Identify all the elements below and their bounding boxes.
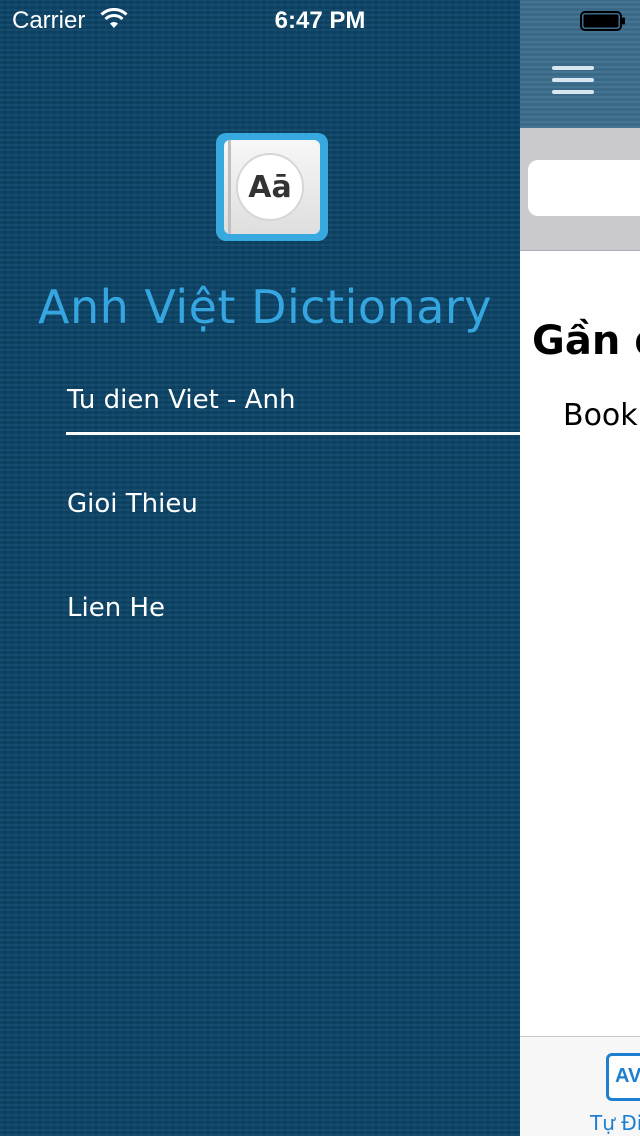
dictionary-tab-icon[interactable]: AV bbox=[606, 1053, 640, 1101]
menu-selected-indicator bbox=[66, 432, 520, 435]
hamburger-menu-icon[interactable] bbox=[552, 66, 594, 96]
app-title: Anh Việt Dictionary bbox=[38, 280, 493, 334]
tab-bar: AV Tự Đi bbox=[520, 1036, 640, 1136]
menu-item-lien-he[interactable]: Lien He bbox=[67, 593, 165, 623]
search-input[interactable] bbox=[528, 160, 640, 216]
recent-list-item[interactable]: Book bbox=[563, 398, 638, 433]
search-bar bbox=[520, 128, 640, 251]
main-panel: Gần đ Book AV Tự Đi bbox=[520, 0, 640, 1136]
menu-item-gioi-thieu[interactable]: Gioi Thieu bbox=[67, 489, 198, 519]
tab-dictionary-label[interactable]: Tự Đi bbox=[590, 1111, 640, 1135]
status-time: 6:47 PM bbox=[274, 7, 366, 34]
status-bar: Carrier 6:47 PM bbox=[0, 0, 640, 40]
menu-item-tu-dien[interactable]: Tu dien Viet - Anh bbox=[67, 385, 295, 415]
logo-letters: Aā bbox=[236, 153, 304, 221]
dictionary-book-icon: Aā bbox=[224, 140, 320, 234]
recent-heading: Gần đ bbox=[532, 318, 640, 364]
battery-icon bbox=[580, 11, 625, 31]
app-logo: Aā bbox=[216, 133, 328, 241]
side-drawer: Aā Anh Việt Dictionary Tu dien Viet - An… bbox=[0, 0, 520, 1136]
